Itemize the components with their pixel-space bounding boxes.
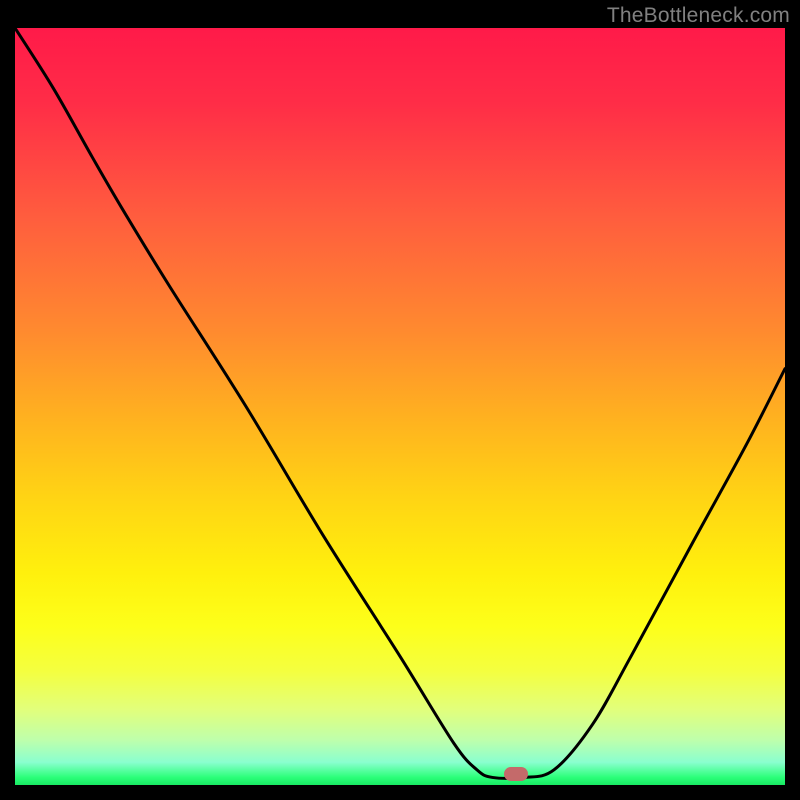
bottleneck-curve	[15, 28, 785, 785]
chart-frame: TheBottleneck.com	[0, 0, 800, 800]
optimum-marker	[504, 767, 528, 781]
watermark-text: TheBottleneck.com	[607, 4, 790, 28]
bottleneck-curve-path	[15, 28, 785, 778]
plot-area	[15, 28, 785, 785]
